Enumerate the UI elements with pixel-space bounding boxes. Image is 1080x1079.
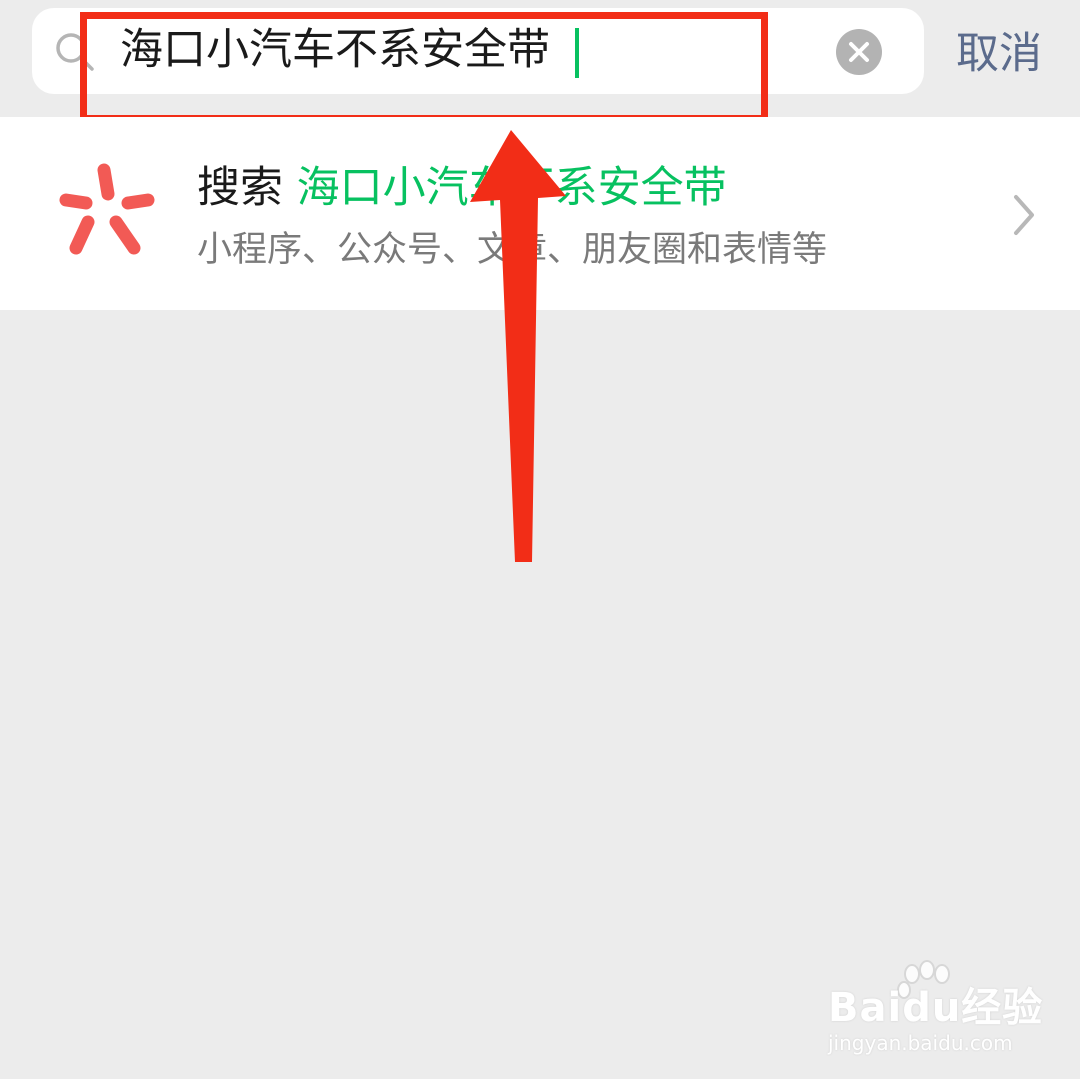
clear-icon: [849, 42, 869, 62]
text-caret: [575, 28, 579, 78]
result-prefix: 搜索: [197, 163, 283, 213]
search-input[interactable]: 海口小汽车不系安全带: [120, 22, 550, 78]
annotation-arrow: [470, 130, 566, 562]
clear-button[interactable]: [836, 29, 882, 75]
cancel-button[interactable]: 取消: [956, 26, 1042, 82]
chevron-right-icon: [1014, 195, 1034, 235]
result-title: 搜索 海口小汽车不系安全带: [197, 160, 727, 216]
sou-yi-sou-icon: [59, 163, 155, 255]
watermark-brand: Baidu经验: [828, 985, 1044, 1031]
search-icon: [56, 33, 94, 71]
watermark-url: jingyan.baidu.com: [828, 1031, 1013, 1055]
